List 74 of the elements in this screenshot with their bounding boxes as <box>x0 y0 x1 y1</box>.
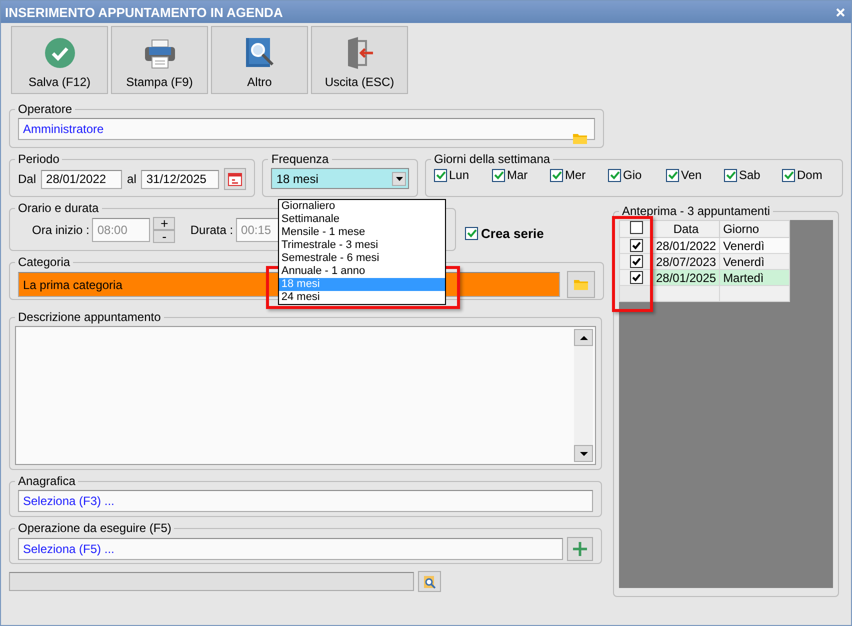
field-label: al <box>127 172 136 186</box>
checkbox-label: Gio <box>623 168 642 182</box>
search-button[interactable] <box>418 571 441 592</box>
checkbox[interactable] <box>666 168 679 182</box>
toolbar-button[interactable]: Altro <box>211 26 308 94</box>
plus-icon <box>572 541 588 557</box>
scroll-down-button[interactable] <box>574 445 593 462</box>
checkbox-label: Dom <box>797 168 822 182</box>
table-cell: 28/01/2022 <box>652 238 720 254</box>
table-cell: Martedì <box>720 270 790 286</box>
down-arrow-icon <box>580 452 588 456</box>
checkbox[interactable] <box>608 168 621 182</box>
search-icon <box>422 574 436 588</box>
group-label: Giorni della settimana <box>433 152 552 166</box>
checkbox-label: Lun <box>449 168 470 182</box>
date-field[interactable]: 31/12/2025 <box>141 170 220 188</box>
group-label: Operazione da eseguire (F5) <box>17 521 172 535</box>
checkbox[interactable] <box>492 168 505 182</box>
caret-icon <box>396 176 402 180</box>
checkbox-label: Sab <box>739 168 760 182</box>
group-label: Operatore <box>17 102 74 116</box>
table-cell: Venerdì <box>720 238 790 254</box>
printer-icon <box>144 39 176 69</box>
scroll-up-button[interactable] <box>574 329 593 346</box>
calendar-icon <box>228 172 242 186</box>
group-label: Anteprima - 3 appuntamenti <box>621 204 772 218</box>
checkbox[interactable] <box>724 168 737 182</box>
table-cell: Venerdì <box>720 254 790 270</box>
door-arrow-icon <box>346 37 374 69</box>
up-arrow-icon <box>580 336 588 340</box>
close-icon[interactable] <box>836 8 845 16</box>
book-magnifier-icon <box>244 37 274 69</box>
checkbox[interactable] <box>630 254 642 268</box>
frequency-dropdown[interactable]: 18 mesi <box>271 168 409 189</box>
group-label: Anagrafica <box>17 474 76 488</box>
calendar-button[interactable] <box>224 168 246 190</box>
checkbox-label: Mar <box>507 168 528 182</box>
toolbar-button[interactable]: Uscita (ESC) <box>311 26 408 94</box>
increment-button[interactable]: + <box>153 217 176 230</box>
checkbox[interactable] <box>630 270 642 284</box>
toolbar-button[interactable]: Salva (F12) <box>11 26 108 94</box>
group-label: Orario e durata <box>17 201 100 215</box>
field-label: Durata : <box>190 223 234 237</box>
window-title: INSERIMENTO APPUNTAMENTO IN AGENDA <box>5 4 283 20</box>
add-button[interactable] <box>567 537 593 561</box>
folder-icon <box>574 279 588 290</box>
field-label: Dal <box>18 172 36 186</box>
group-label: Frequenza <box>270 152 330 166</box>
operation-field[interactable]: Seleziona (F5) ... <box>18 538 563 560</box>
checkbox[interactable] <box>630 221 642 234</box>
checkbox-label: Crea serie <box>481 226 544 240</box>
column-header[interactable]: Giorno <box>720 220 790 238</box>
decrement-button[interactable]: - <box>153 230 176 243</box>
table-cell: 28/01/2025 <box>652 270 720 286</box>
checkbox[interactable] <box>465 226 478 240</box>
checkbox[interactable] <box>550 168 563 182</box>
checkmark-icon <box>44 37 76 69</box>
checkbox-label: Ven <box>681 168 702 182</box>
group-label: Categoria <box>17 255 72 269</box>
checkbox[interactable] <box>434 168 447 182</box>
toolbar-button[interactable]: Stampa (F9) <box>111 26 208 94</box>
dropdown-button[interactable] <box>392 172 406 186</box>
group-label: Descrizione appuntamento <box>17 310 162 324</box>
field-label: Ora inizio : <box>32 223 90 237</box>
date-field[interactable]: 28/01/2022 <box>41 170 122 188</box>
table-cell: 28/07/2023 <box>652 254 720 270</box>
scrollbar[interactable] <box>574 329 593 462</box>
registry-field[interactable]: Seleziona (F3) ... <box>18 490 593 512</box>
checkbox[interactable] <box>782 168 795 182</box>
group-label: Periodo <box>17 152 60 166</box>
checkbox[interactable] <box>630 238 642 252</box>
search-field[interactable] <box>9 572 414 591</box>
checkbox-label: Mer <box>565 168 586 182</box>
operator-field[interactable]: Amministratore <box>18 118 595 140</box>
